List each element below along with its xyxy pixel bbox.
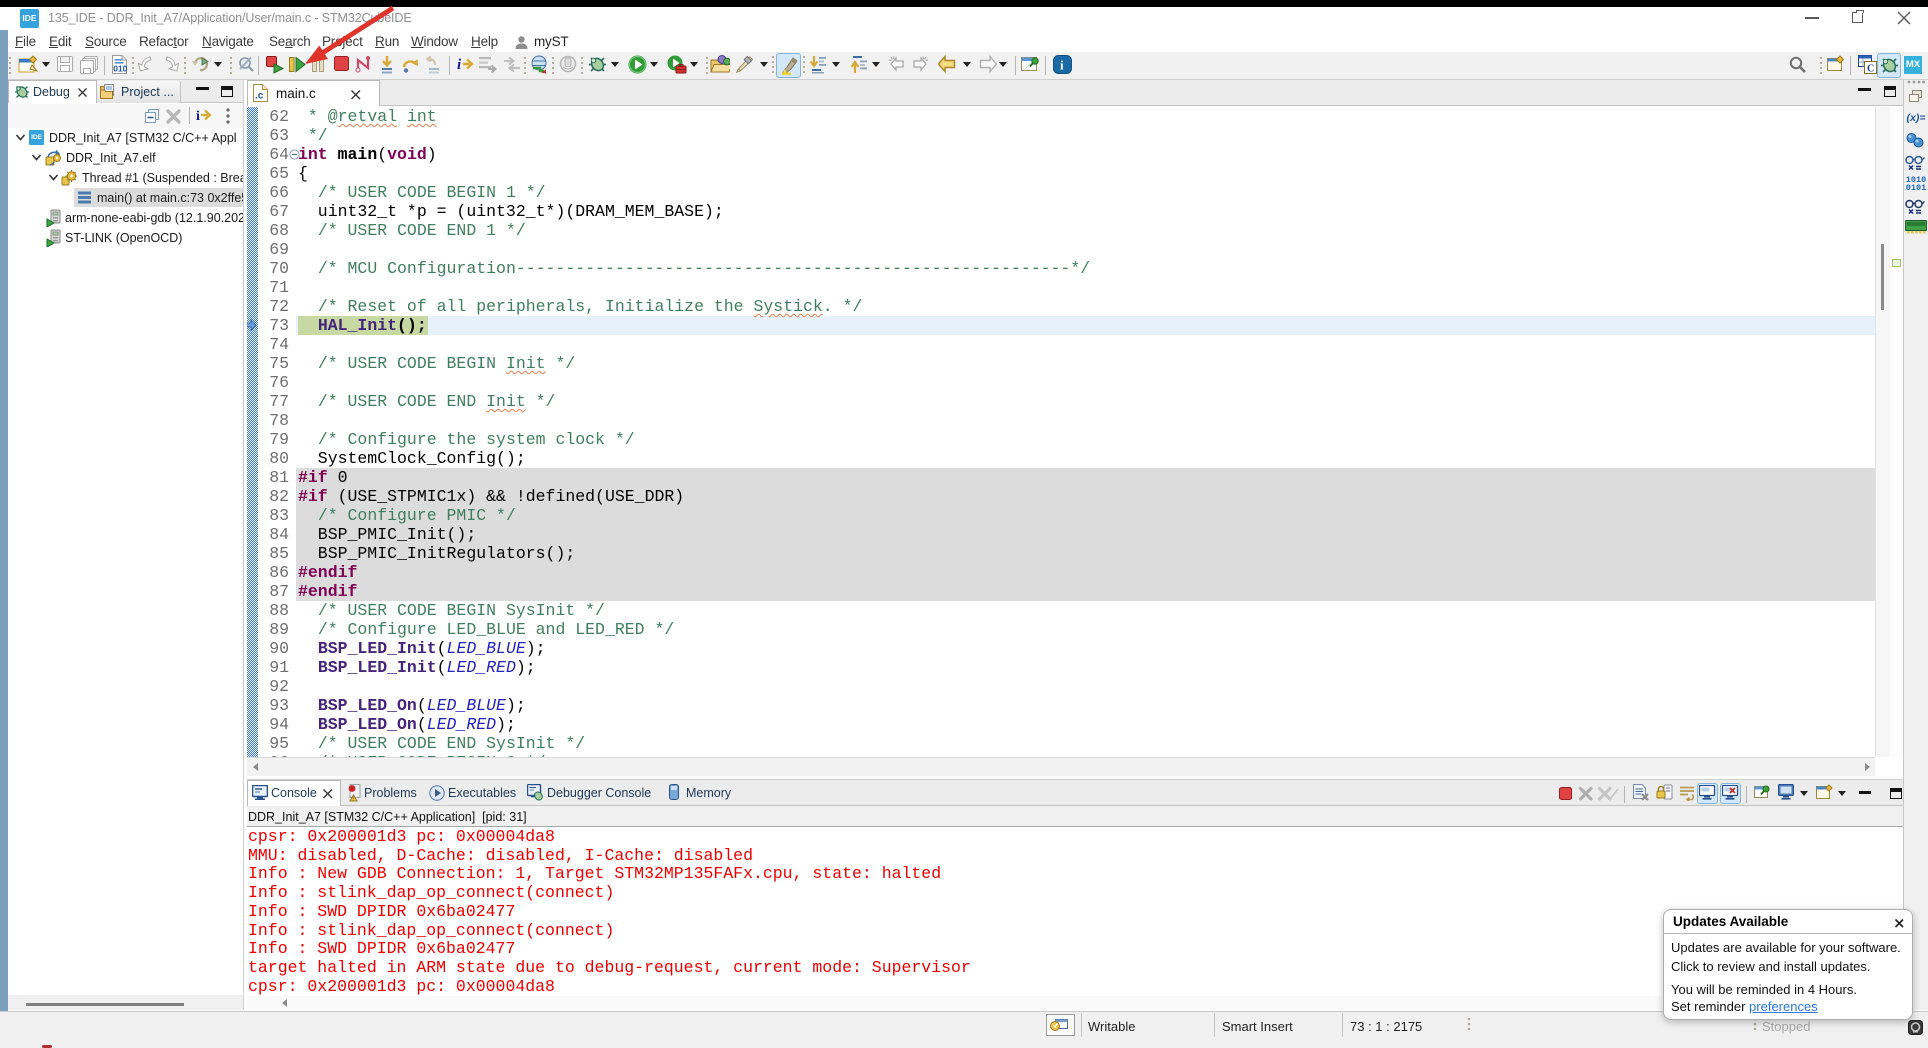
svg-text:i: i bbox=[196, 109, 200, 124]
svg-text:.c: .c bbox=[255, 91, 264, 102]
svg-text:C: C bbox=[1867, 64, 1874, 75]
svg-text:i: i bbox=[1060, 58, 1064, 73]
svg-text:i: i bbox=[457, 57, 462, 73]
svg-text:010: 010 bbox=[113, 64, 127, 74]
